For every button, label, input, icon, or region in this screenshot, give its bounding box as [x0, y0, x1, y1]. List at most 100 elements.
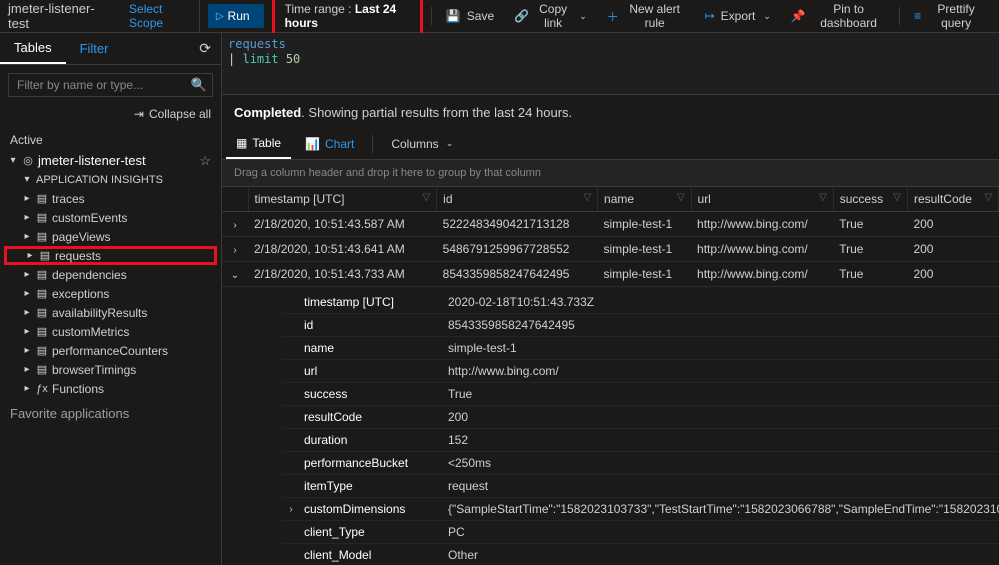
run-label: Run [228, 9, 250, 23]
chevron-down-icon[interactable]: ▾ [6, 155, 20, 166]
sidebar-item-availabilityResults[interactable]: ▸▤availabilityResults [4, 303, 217, 322]
sidebar-item-traces[interactable]: ▸▤traces [4, 189, 217, 208]
cell: True [833, 237, 907, 262]
filter-icon[interactable]: ▽ [819, 192, 827, 203]
query-editor[interactable]: requests | limit 50 [222, 33, 999, 95]
collapse-all-button[interactable]: ⇥ Collapse all [0, 103, 221, 127]
sidebar-item-pageViews[interactable]: ▸▤pageViews [4, 227, 217, 246]
sidebar-item-label: performanceCounters [50, 344, 217, 358]
editor-token: 50 [286, 52, 300, 66]
copy-link-button[interactable]: 🔗Copy link⌄ [508, 0, 593, 32]
sidebar-item-exceptions[interactable]: ▸▤exceptions [4, 284, 217, 303]
favorite-icon[interactable]: ☆ [199, 153, 217, 169]
detail-line: client_TypePC [282, 521, 999, 544]
sidebar-search-input[interactable] [8, 73, 213, 97]
chevron-right-icon[interactable]: ▸ [23, 250, 37, 261]
table-icon: ▤ [34, 211, 50, 224]
refresh-icon[interactable]: ⟳ [189, 33, 221, 64]
detail-key: url [300, 364, 448, 378]
sidebar-item-dependencies[interactable]: ▸▤dependencies [4, 265, 217, 284]
export-button[interactable]: ↦Export⌄ [699, 0, 777, 32]
select-scope-link[interactable]: Select Scope [119, 0, 200, 32]
chevron-down-icon[interactable]: ▾ [20, 174, 34, 185]
new-alert-label: New alert rule [625, 2, 685, 30]
sidebar-item-label: browserTimings [50, 363, 217, 377]
tree-top-label: jmeter-listener-test [36, 153, 199, 168]
chevron-right-icon[interactable]: ▸ [20, 269, 34, 280]
prettify-button[interactable]: ≡Prettify query [908, 0, 991, 32]
chevron-right-icon[interactable]: › [282, 504, 300, 515]
table-row[interactable]: ›2/18/2020, 10:51:43.587 AM5222483490421… [222, 212, 999, 237]
run-button[interactable]: ▷ Run [208, 4, 264, 28]
cell: http://www.bing.com/ [691, 237, 833, 262]
chevron-right-icon[interactable]: ▸ [20, 212, 34, 223]
chevron-right-icon[interactable]: ▸ [20, 231, 34, 242]
cell: 2/18/2020, 10:51:43.641 AM [248, 237, 437, 262]
chevron-right-icon[interactable]: ▸ [20, 288, 34, 299]
target-icon: ◎ [20, 154, 36, 167]
chevron-right-icon[interactable]: ▸ [20, 326, 34, 337]
sidebar-tabs: Tables Filter ⟳ [0, 33, 221, 65]
sidebar-item-label: pageViews [50, 230, 217, 244]
filter-icon[interactable]: ▽ [984, 192, 992, 203]
chevron-right-icon[interactable]: ▸ [20, 383, 34, 394]
cell: simple-test-1 [598, 237, 692, 262]
chevron-right-icon[interactable]: › [233, 220, 236, 231]
status-completed: Completed [234, 105, 301, 120]
sidebar-tab-filter[interactable]: Filter [66, 33, 123, 64]
column-header[interactable]: success▽ [833, 187, 907, 212]
time-range-selector[interactable]: Time range : Last 24 hours [272, 0, 423, 37]
new-alert-button[interactable]: ＋New alert rule [601, 0, 691, 32]
sidebar-item-performanceCounters[interactable]: ▸▤performanceCounters [4, 341, 217, 360]
detail-line: ›customDimensions{"SampleStartTime":"158… [282, 498, 999, 521]
chevron-down-icon[interactable]: ⌄ [231, 270, 239, 281]
detail-key: itemType [300, 479, 448, 493]
results-tab-chart[interactable]: 📊Chart [295, 128, 364, 159]
link-icon: 🔗 [514, 9, 529, 23]
sidebar-item-customEvents[interactable]: ▸▤customEvents [4, 208, 217, 227]
chevron-right-icon[interactable]: ▸ [20, 193, 34, 204]
tab-chart-label: Chart [325, 137, 354, 151]
collapse-all-label: Collapse all [149, 107, 211, 121]
detail-line: urlhttp://www.bing.com/ [282, 360, 999, 383]
app-title: jmeter-listener-test [8, 1, 111, 31]
tab-table-label: Table [252, 136, 281, 150]
cell: http://www.bing.com/ [691, 262, 833, 287]
pin-button[interactable]: 📌Pin to dashboard [785, 0, 891, 32]
filter-icon[interactable]: ▽ [677, 192, 685, 203]
columns-dropdown[interactable]: Columns⌄ [381, 128, 463, 159]
toolbar-separator [899, 7, 900, 25]
pin-icon: 📌 [791, 9, 806, 23]
filter-icon[interactable]: ▽ [893, 192, 901, 203]
sidebar-item-browserTimings[interactable]: ▸▤browserTimings [4, 360, 217, 379]
sidebar-item-customMetrics[interactable]: ▸▤customMetrics [4, 322, 217, 341]
filter-icon[interactable]: ▽ [422, 192, 430, 203]
chevron-right-icon[interactable]: ▸ [20, 364, 34, 375]
sidebar-tab-tables[interactable]: Tables [0, 33, 66, 64]
chevron-right-icon[interactable]: ▸ [20, 345, 34, 356]
tree-top-item[interactable]: ▾ ◎ jmeter-listener-test ☆ [4, 151, 217, 170]
group-by-bar[interactable]: Drag a column header and drop it here to… [222, 160, 999, 187]
detail-key: customDimensions [300, 502, 448, 516]
tree-group-item[interactable]: ▾ APPLICATION INSIGHTS [4, 170, 217, 189]
column-header[interactable]: timestamp [UTC]▽ [248, 187, 437, 212]
column-header[interactable]: resultCode▽ [907, 187, 998, 212]
content-area: requests | limit 50 Completed. Showing p… [222, 33, 999, 565]
filter-icon[interactable]: ▽ [583, 192, 591, 203]
play-icon: ▷ [216, 11, 224, 22]
tree-functions-item[interactable]: ▸ ƒx Functions [4, 379, 217, 398]
detail-key: id [300, 318, 448, 332]
table-row[interactable]: ⌄2/18/2020, 10:51:43.733 AM8543359858247… [222, 262, 999, 287]
results-tab-table[interactable]: ▦Table [226, 128, 291, 159]
column-header[interactable]: name▽ [598, 187, 692, 212]
chevron-right-icon[interactable]: ▸ [20, 307, 34, 318]
column-header[interactable]: id▽ [437, 187, 598, 212]
table-row[interactable]: ›2/18/2020, 10:51:43.641 AM5486791259967… [222, 237, 999, 262]
export-label: Export [721, 9, 756, 23]
chevron-right-icon[interactable]: › [233, 245, 236, 256]
sidebar-item-requests[interactable]: ▸▤requests [4, 246, 217, 265]
save-button[interactable]: 💾Save [440, 0, 500, 32]
column-header[interactable]: url▽ [691, 187, 833, 212]
save-label: Save [467, 9, 494, 23]
results-tabs: ▦Table 📊Chart Columns⌄ [222, 128, 999, 160]
